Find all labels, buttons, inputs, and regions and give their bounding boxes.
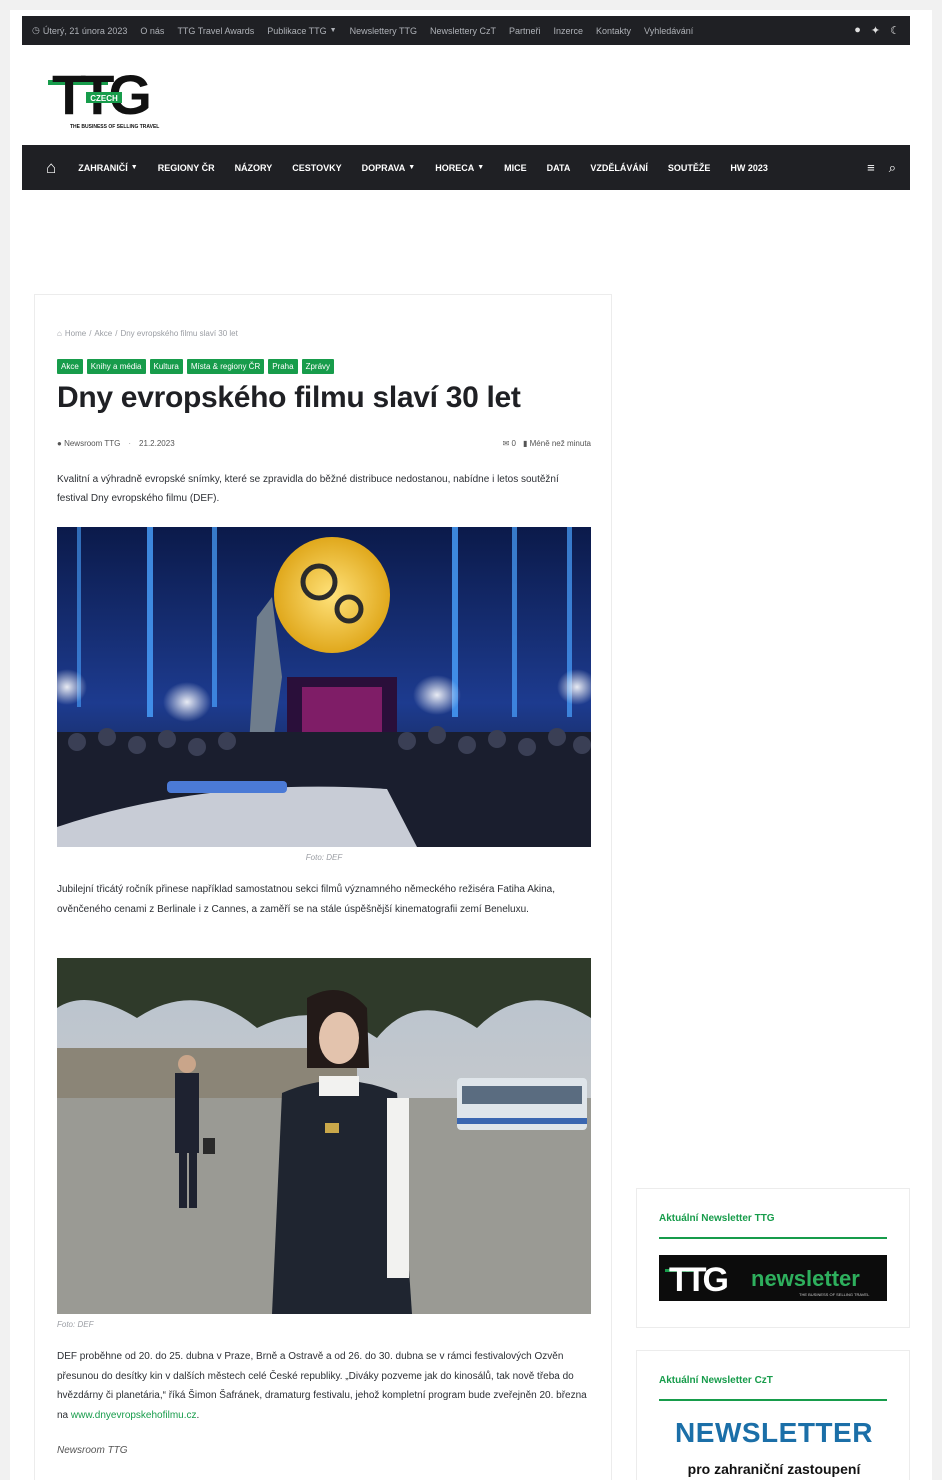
widget-newsletter-ttg: Aktuální Newsletter TTG TTG newsletter T… — [636, 1188, 910, 1328]
meta-sep: · — [128, 439, 132, 448]
top-link-partners[interactable]: Partneři — [509, 26, 541, 36]
logo-tagline: THE BUSINESS OF SELLING TRAVEL — [70, 124, 159, 130]
comments-count[interactable]: ✉ 0 — [503, 439, 516, 448]
tag-mista[interactable]: Místa & regiony ČR — [186, 359, 265, 374]
main-nav: ⌂ ZAHRANIČÍ ▼ REGIONY ČR NÁZORY CESTOVKY … — [22, 145, 910, 190]
nav-label: DOPRAVA — [361, 162, 406, 173]
breadcrumb-sep: / — [115, 329, 118, 338]
tag-zpravy[interactable]: Zprávy — [301, 359, 335, 374]
social-links: ● ✦ ☾ — [854, 24, 900, 37]
top-link-search[interactable]: Vyhledávání — [644, 26, 693, 36]
search-icon[interactable]: ⌕ — [889, 160, 896, 176]
nav-label: ZAHRANIČÍ — [78, 162, 128, 173]
home-icon[interactable]: ⌂ — [46, 158, 56, 178]
article-image-film-still — [57, 958, 591, 1314]
category-tags: Akce Knihy a média Kultura Místa & regio… — [57, 359, 335, 374]
caret-down-icon: ▼ — [408, 164, 416, 171]
tag-praha[interactable]: Praha — [268, 359, 298, 374]
nav-item-horeca[interactable]: HORECA ▼ — [435, 163, 484, 173]
top-link-ads[interactable]: Inzerce — [553, 26, 583, 36]
nav-item-vzdelavani[interactable]: VZDĚLÁVÁNÍ — [590, 163, 648, 173]
comments-count-label: 0 — [511, 439, 516, 448]
widget-title-underline — [659, 1237, 887, 1239]
top-link-newsletters-czt[interactable]: Newslettery CzT — [430, 26, 496, 36]
article-meta-right: ✉ 0 ▮ Méně než minuta — [503, 439, 591, 448]
nav-label: HORECA — [435, 162, 475, 173]
nav-item-zahranici[interactable]: ZAHRANIČÍ ▼ — [78, 163, 137, 173]
top-link-publications[interactable]: Publikace TTG ▼ — [267, 26, 336, 36]
comment-icon: ✉ — [502, 439, 510, 448]
widget-newsletter-czt: Aktuální Newsletter CzT NEWSLETTER pro z… — [636, 1350, 910, 1480]
top-link-publications-label: Publikace TTG — [267, 25, 327, 36]
breadcrumb-category[interactable]: Akce — [94, 329, 112, 338]
read-time-label: Méně než minuta — [529, 439, 591, 448]
article-card: ⌂ Home / Akce / Dny evropského filmu sla… — [34, 294, 612, 1480]
menu-icon[interactable]: ≡ — [867, 160, 875, 176]
home-small-icon: ⌂ — [57, 329, 62, 338]
article-paragraph-3-end: . — [196, 1409, 200, 1421]
top-bar: ◷ Úterý, 21 února 2023 O nás TTG Travel … — [22, 16, 910, 45]
breadcrumb-sep: / — [89, 329, 92, 338]
banner-tagline: THE BUSINESS OF SELLING TRAVEL — [799, 1292, 870, 1297]
nav-item-cestovky[interactable]: CESTOVKY — [292, 163, 341, 173]
facebook-icon[interactable]: ● — [854, 24, 861, 37]
article-image-festival — [57, 527, 591, 847]
caret-down-icon: ▼ — [477, 164, 485, 171]
read-time: ▮ Méně než minuta — [523, 439, 591, 448]
bookmark-icon: ▮ — [522, 439, 528, 448]
festival-website-link[interactable]: www.dnyevropskehofilmu.cz — [71, 1410, 197, 1421]
top-date-label: Úterý, 21 února 2023 — [42, 25, 128, 36]
clock-icon: ◷ — [32, 25, 40, 35]
twitter-icon[interactable]: ✦ — [871, 24, 880, 37]
logo-badge: CZECH — [90, 94, 118, 103]
caret-down-icon: ▼ — [130, 164, 138, 171]
article-signature: Newsroom TTG — [57, 1445, 128, 1456]
article-title: Dny evropského filmu slaví 30 let — [57, 381, 521, 414]
nav-item-hw2023[interactable]: HW 2023 — [730, 163, 768, 173]
tag-akce[interactable]: Akce — [57, 359, 83, 374]
tag-kultura[interactable]: Kultura — [149, 359, 183, 374]
czt-newsletter-heading[interactable]: NEWSLETTER — [637, 1417, 911, 1449]
top-date: ◷ Úterý, 21 února 2023 — [32, 25, 127, 36]
site-logo[interactable]: TTG CZECH THE BUSINESS OF SELLING TRAVEL — [46, 60, 206, 132]
breadcrumb: ⌂ Home / Akce / Dny evropského filmu sla… — [57, 329, 238, 338]
nav-item-souteze[interactable]: SOUTĚŽE — [668, 163, 711, 173]
banner-logo-text: TTG — [669, 1261, 728, 1299]
article-author[interactable]: Newsroom TTG — [64, 439, 120, 448]
article-date: 21.2.2023 — [139, 439, 175, 448]
top-link-awards[interactable]: TTG Travel Awards — [177, 26, 254, 36]
article-paragraph-3: DEF proběhne od 20. do 25. dubna v Praze… — [57, 1347, 591, 1425]
image-caption-1: Foto: DEF — [305, 853, 343, 862]
nav-tools: ≡ ⌕ — [867, 160, 896, 176]
breadcrumb-current: Dny evropského filmu slaví 30 let — [120, 329, 238, 338]
top-link-contacts[interactable]: Kontakty — [596, 26, 631, 36]
czt-newsletter-subheading: pro zahraniční zastoupení — [687, 1461, 861, 1477]
nav-item-data[interactable]: DATA — [547, 163, 571, 173]
top-link-newsletters-ttg[interactable]: Newslettery TTG — [350, 26, 417, 36]
image-caption-2: Foto: DEF — [57, 1320, 94, 1329]
caret-down-icon: ▼ — [329, 27, 337, 34]
banner-newsletter-text: newsletter — [751, 1266, 860, 1291]
moon-icon[interactable]: ☾ — [890, 24, 900, 37]
nav-item-doprava[interactable]: DOPRAVA ▼ — [362, 163, 416, 173]
tag-knihy[interactable]: Knihy a média — [86, 359, 146, 374]
breadcrumb-home[interactable]: Home — [65, 329, 86, 338]
top-link-about[interactable]: O nás — [140, 26, 164, 36]
user-icon: ● — [57, 439, 65, 448]
nav-item-nazory[interactable]: NÁZORY — [235, 163, 273, 173]
widget-title: Aktuální Newsletter CzT — [659, 1375, 773, 1386]
nav-item-mice[interactable]: MICE — [504, 163, 527, 173]
article-meta: ● Newsroom TTG · 21.2.2023 ✉ 0 ▮ Méně ne… — [57, 439, 591, 448]
widget-title-underline — [659, 1399, 887, 1401]
article-lead: Kvalitní a výhradně evropské snímky, kte… — [57, 474, 559, 504]
ttg-newsletter-banner[interactable]: TTG newsletter THE BUSINESS OF SELLING T… — [659, 1255, 887, 1301]
widget-title: Aktuální Newsletter TTG — [659, 1213, 775, 1224]
nav-item-regiony[interactable]: REGIONY ČR — [158, 163, 215, 173]
article-paragraph-2: Jubilejní třicátý ročník přinese napříkl… — [57, 884, 556, 915]
